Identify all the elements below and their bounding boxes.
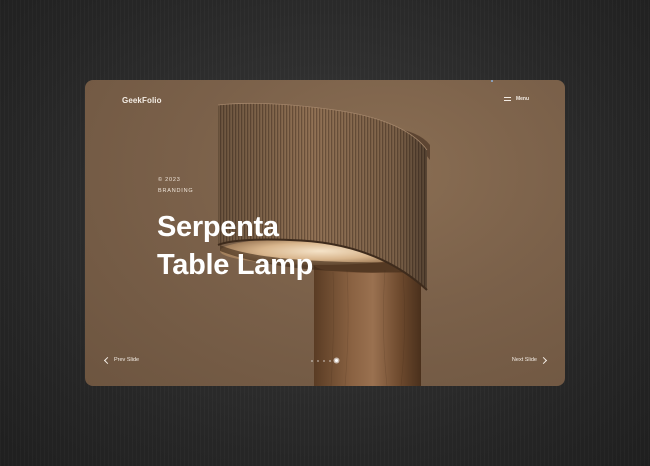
next-slide-label: Next Slide [511,357,537,363]
slide-pagination [311,359,338,362]
chevron-right-icon [539,356,548,364]
slide-title-line-2: Table Lamp [157,249,313,281]
lamp-base [314,263,421,386]
prev-slide-label: Prev Slide [114,357,140,363]
pagination-dot-5-active[interactable] [335,359,338,362]
site-logo[interactable]: GeekFolio [122,96,162,105]
pagination-dot-4[interactable] [329,359,331,362]
pagination-dot-1[interactable] [311,359,313,362]
slide-title: Serpenta Table Lamp [157,208,313,284]
chevron-left-icon [103,356,112,364]
status-dot [491,80,493,82]
prev-slide-button[interactable]: Prev Slide [103,356,140,364]
slide-category: BRANDING [158,188,194,194]
menu-button[interactable]: Menu [503,96,529,102]
slide-year: © 2023 [158,177,181,183]
pagination-dot-3[interactable] [323,359,325,362]
slide-meta: © 2023 BRANDING [158,175,193,197]
next-slide-button[interactable]: Next Slide [511,356,548,364]
hero-slide-card: GeekFolio Menu © 2023 BRANDING Serpenta … [85,80,565,386]
pagination-dot-2[interactable] [317,359,319,362]
menu-label: Menu [515,96,529,102]
hamburger-icon [503,97,511,101]
slide-title-line-1: Serpenta [157,211,279,243]
